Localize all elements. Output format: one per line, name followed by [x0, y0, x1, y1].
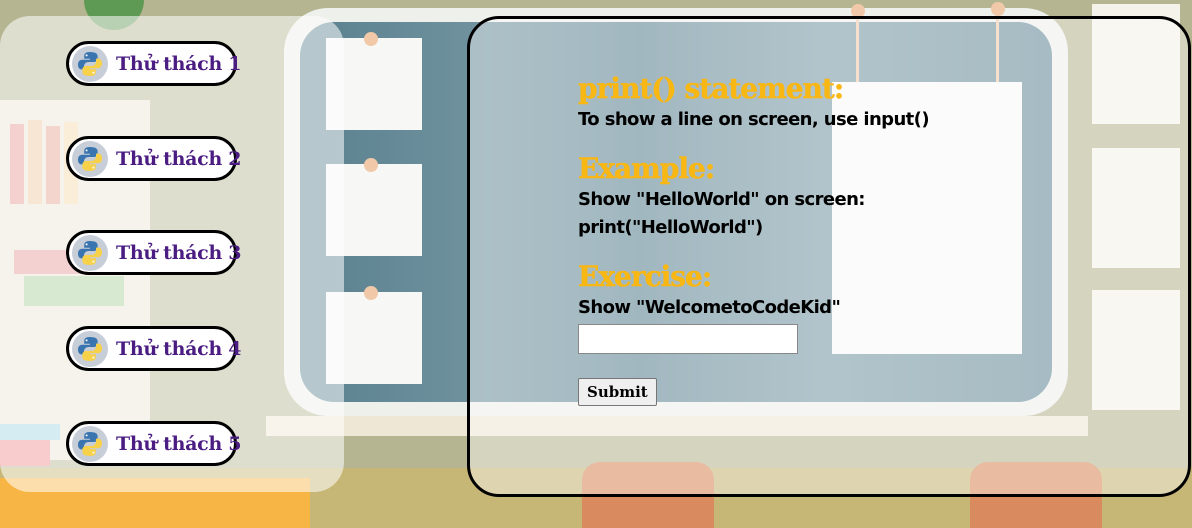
- challenge-label: Thử thách 1: [116, 52, 242, 75]
- submit-button[interactable]: Submit: [578, 378, 657, 406]
- challenge-label: Thử thách 5: [116, 432, 242, 455]
- lesson-description: To show a line on screen, use input(): [578, 109, 930, 130]
- example-line-1: Show "HelloWorld" on screen:: [578, 189, 865, 210]
- lesson-title: print() statement:: [578, 72, 845, 106]
- exercise-heading: Exercise:: [578, 260, 713, 294]
- pin: [991, 2, 1005, 16]
- python-logo-icon: [72, 234, 108, 271]
- python-logo-icon: [72, 45, 108, 82]
- challenge-label: Thử thách 4: [116, 337, 242, 360]
- example-heading: Example:: [578, 152, 716, 186]
- lesson-content: print() statement: To show a line on scr…: [578, 72, 938, 406]
- challenge-button-1[interactable]: Thử thách 1: [66, 41, 242, 86]
- pin: [364, 32, 378, 46]
- challenge-button-5[interactable]: Thử thách 5: [66, 421, 242, 466]
- challenge-label: Thử thách 2: [116, 147, 242, 170]
- challenge-button-2[interactable]: Thử thách 2: [66, 136, 242, 181]
- exercise-prompt: Show "WelcometoCodeKid": [578, 297, 841, 318]
- python-logo-icon: [72, 140, 108, 177]
- answer-input[interactable]: [578, 324, 798, 354]
- example-line-2: print("HelloWorld"): [578, 217, 763, 238]
- pin: [364, 158, 378, 172]
- python-logo-icon: [72, 425, 108, 462]
- python-logo-icon: [72, 330, 108, 367]
- pin: [364, 286, 378, 300]
- challenge-button-3[interactable]: Thử thách 3: [66, 230, 242, 275]
- challenge-label: Thử thách 3: [116, 241, 242, 264]
- challenge-button-4[interactable]: Thử thách 4: [66, 326, 242, 371]
